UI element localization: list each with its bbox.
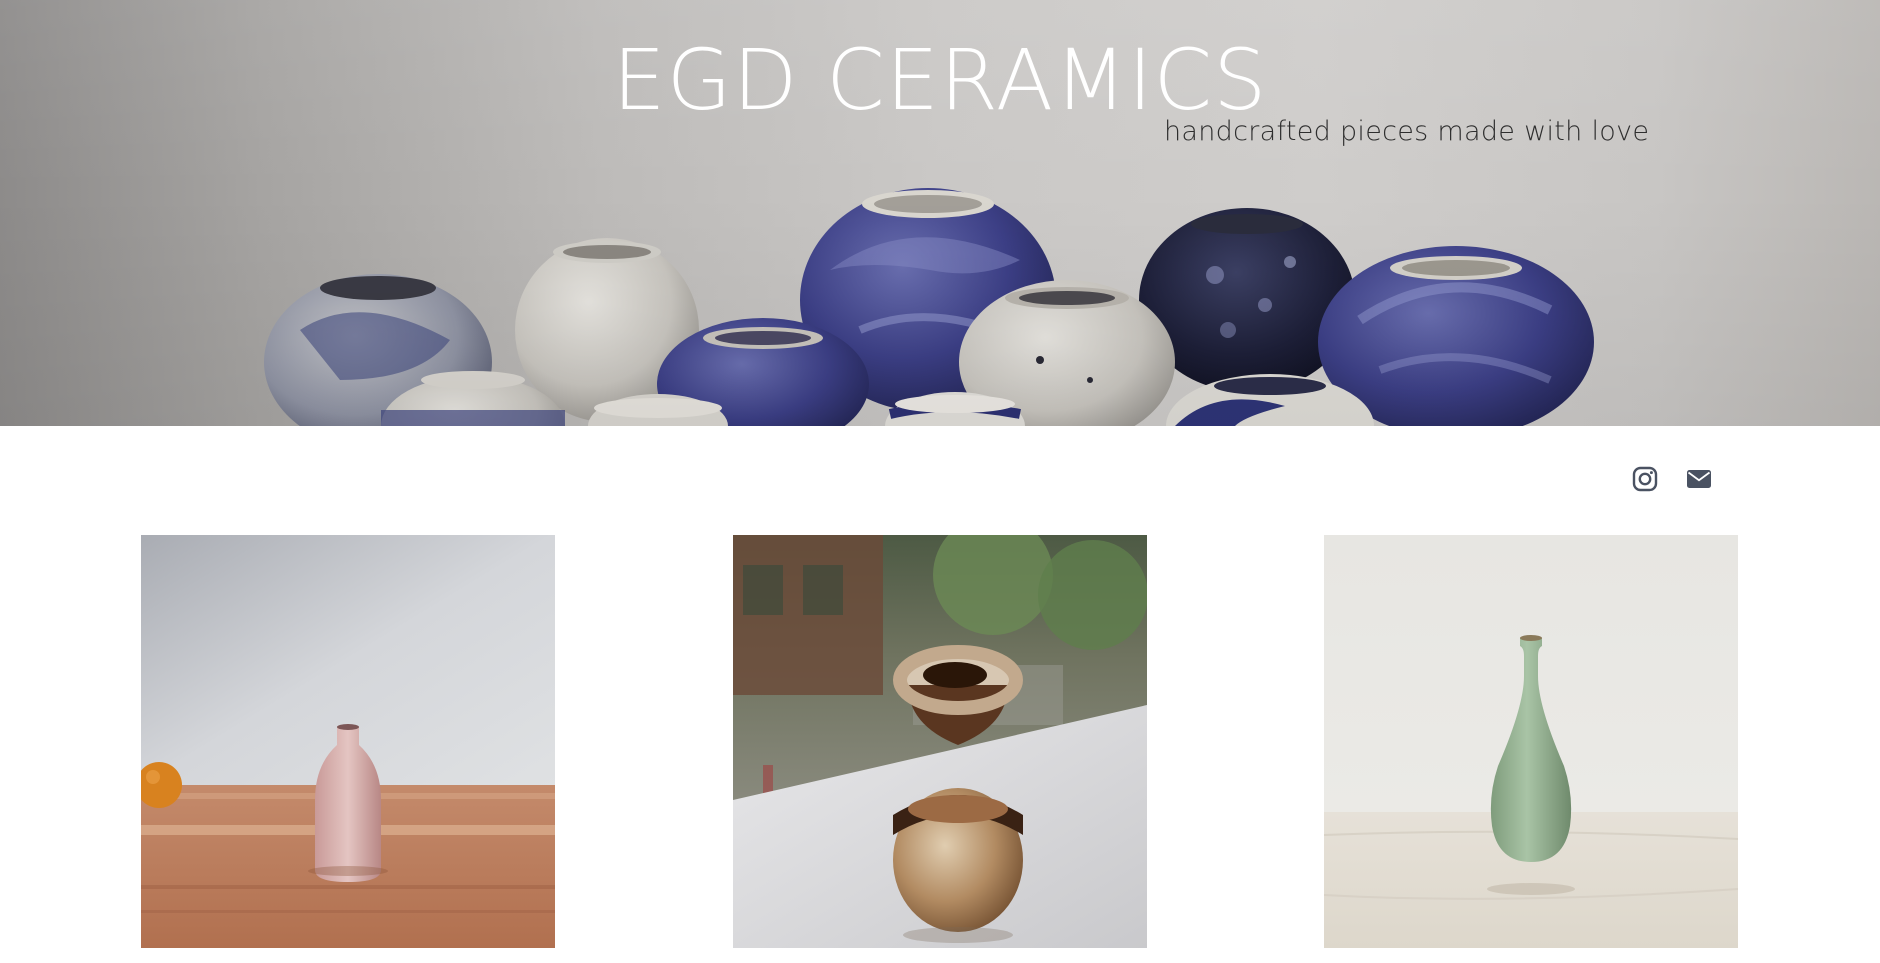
- social-links: [1632, 466, 1712, 492]
- gallery-item[interactable]: [141, 535, 555, 948]
- gallery-image-brown-vase: [733, 535, 1147, 948]
- instagram-icon: [1632, 466, 1658, 492]
- envelope-icon: [1687, 470, 1711, 488]
- instagram-link[interactable]: [1632, 466, 1658, 492]
- gallery-item[interactable]: [733, 535, 1147, 948]
- gallery-image-green-vase: [1324, 535, 1738, 948]
- email-link[interactable]: [1686, 466, 1712, 492]
- gallery-item[interactable]: [1324, 535, 1738, 948]
- hero-banner: EGD CERAMICS handcrafted pieces made wit…: [0, 0, 1880, 426]
- site-tagline: handcrafted pieces made with love: [1164, 116, 1650, 147]
- gallery-image-pink-vase: [141, 535, 555, 948]
